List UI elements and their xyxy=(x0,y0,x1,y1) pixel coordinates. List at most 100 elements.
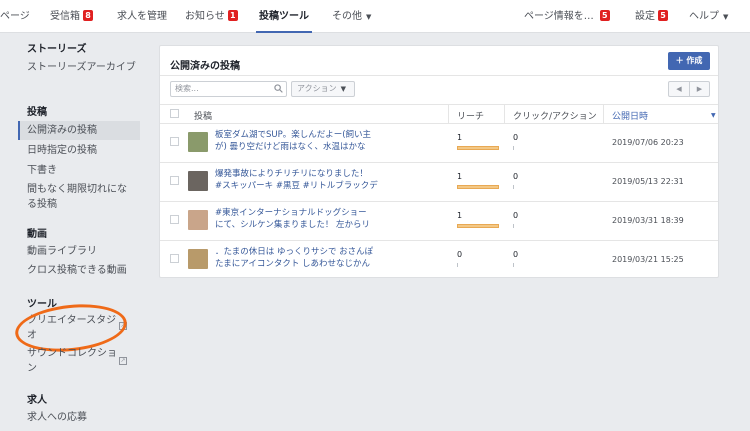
sidebar-heading-video: 動画 xyxy=(27,229,47,240)
external-link-icon: ↗ xyxy=(119,357,127,365)
select-all-checkbox[interactable] xyxy=(170,109,179,118)
post-text[interactable]: #東京インターナショナルドッグショー にて、シルケン集まりました！ 左からリ xyxy=(215,207,403,231)
settings-badge: 5 xyxy=(658,10,668,21)
divider xyxy=(160,104,718,105)
post-text-line: が) 曇り空だけど雨はなく、水温はかな xyxy=(215,142,366,152)
post-thumbnail[interactable] xyxy=(188,171,208,191)
tab-label: 求人を管理 xyxy=(117,11,167,22)
sidebar-item-label: サウンドコレクショ xyxy=(27,348,117,359)
action-label: アクション xyxy=(297,84,337,93)
tab-jobs[interactable]: 求人を管理 xyxy=(117,0,167,33)
row-divider xyxy=(160,162,718,163)
reach-bar xyxy=(457,224,499,228)
top-nav: ページ 受信箱 8 求人を管理 お知らせ 1 投稿ツール その他 ▼ ページ情報を… 5… xyxy=(0,0,750,33)
chevron-down-icon: ▼ xyxy=(340,85,346,93)
row-checkbox[interactable] xyxy=(170,137,179,146)
publish-date: 2019/03/21 15:25 xyxy=(612,255,684,264)
tab-label: 受信箱 xyxy=(50,11,80,22)
post-thumbnail[interactable] xyxy=(188,249,208,269)
divider xyxy=(160,123,718,124)
reach-value: 1 xyxy=(457,133,463,142)
reach-bar xyxy=(457,146,499,150)
sidebar-item-expiring[interactable]: 間もなく期限切れにな る投稿 xyxy=(27,182,127,212)
tab-inbox[interactable]: 受信箱 8 xyxy=(50,0,93,33)
sidebar-item-scheduled[interactable]: 日時指定の投稿 xyxy=(27,143,97,158)
post-thumbnail[interactable] xyxy=(188,132,208,152)
clicks-bar xyxy=(513,263,514,267)
clicks-bar xyxy=(513,224,514,228)
reach-value: 1 xyxy=(457,211,463,220)
post-text[interactable]: 板室ダム湖でSUP。楽しんだよー(飼い主 が) 曇り空だけど雨はなく、水温はかな xyxy=(215,129,403,153)
row-checkbox[interactable] xyxy=(170,215,179,224)
publish-date: 2019/05/13 22:31 xyxy=(612,177,684,186)
tab-publishing-tools[interactable]: 投稿ツール xyxy=(256,0,312,33)
plus-icon: ＋ xyxy=(675,56,687,65)
row-divider xyxy=(160,240,718,241)
divider xyxy=(160,75,718,76)
row-checkbox[interactable] xyxy=(170,254,179,263)
tab-notifications[interactable]: お知らせ 1 xyxy=(185,0,238,33)
sidebar-item-stories-archive[interactable]: ストーリーズアーカイブ xyxy=(27,60,136,75)
post-text-line: ．たまの休日は ゆっくりサシで おさんぽ xyxy=(215,247,374,257)
sidebar-item-published[interactable]: 公開済みの投稿 xyxy=(27,123,97,138)
tab-label: ヘルプ xyxy=(689,11,719,22)
inbox-badge: 8 xyxy=(83,10,93,21)
chevron-down-icon: ▼ xyxy=(723,13,729,21)
sidebar-item-job-applications[interactable]: 求人への応募 xyxy=(27,410,87,425)
tab-label: その他 xyxy=(332,11,362,22)
sidebar-heading-posts: 投稿 xyxy=(27,107,47,118)
column-header-post: 投稿 xyxy=(194,112,213,122)
clicks-value: 0 xyxy=(513,133,519,142)
tab-settings[interactable]: 設定 5 xyxy=(635,0,668,33)
column-separator xyxy=(448,104,449,123)
column-header-date[interactable]: 公開日時 xyxy=(612,109,648,122)
column-separator xyxy=(504,104,505,123)
published-posts-panel: 公開済みの投稿 ＋ 作成 検索... アクション ▼ ◀ ▶ 投稿 リーチ クリッ… xyxy=(159,45,719,278)
publish-date: 2019/03/31 18:39 xyxy=(612,216,684,225)
column-header-clicks[interactable]: クリック/アクション xyxy=(513,109,597,122)
column-header-reach[interactable]: リーチ xyxy=(457,109,484,122)
create-label: 作成 xyxy=(686,56,703,65)
search-input[interactable]: 検索... xyxy=(170,81,287,97)
sidebar-item-crosspost-videos[interactable]: クロス投稿できる動画 xyxy=(27,263,127,278)
post-text-line: 板室ダム湖でSUP。楽しんだよー(飼い主 xyxy=(215,130,372,140)
reach-value: 1 xyxy=(457,172,463,181)
tab-more[interactable]: その他 ▼ xyxy=(332,0,371,33)
page-info-badge: 5 xyxy=(599,10,610,21)
create-button[interactable]: ＋ 作成 xyxy=(668,52,710,70)
sort-desc-icon[interactable]: ▼ xyxy=(711,112,716,119)
pagination: ◀ ▶ xyxy=(668,81,710,97)
tab-page-info[interactable]: ページ情報を… 5 xyxy=(524,0,610,33)
sidebar-item-drafts[interactable]: 下書き xyxy=(27,163,57,178)
post-text[interactable]: 爆発事故によりチリチリになりました！ #スキッパーキ #黒豆 #リトルブラックデ xyxy=(215,168,403,192)
post-text[interactable]: ．たまの休日は ゆっくりサシで おさんぽ たまにアイコンタクト しあわせなじかん xyxy=(215,246,403,270)
row-checkbox[interactable] xyxy=(170,176,179,185)
reach-bar xyxy=(457,263,458,267)
sidebar-item-label: ン xyxy=(27,363,37,374)
reach-value: 0 xyxy=(457,250,463,259)
post-text-line: #東京インターナショナルドッグショー xyxy=(215,208,367,218)
sidebar-heading-jobs: 求人 xyxy=(27,395,47,406)
publish-date: 2019/07/06 20:23 xyxy=(612,138,684,147)
reach-bar xyxy=(457,185,499,189)
clicks-value: 0 xyxy=(513,172,519,181)
search-placeholder: 検索... xyxy=(175,84,199,93)
clicks-bar xyxy=(513,146,514,150)
clicks-value: 0 xyxy=(513,250,519,259)
tab-help[interactable]: ヘルプ ▼ xyxy=(689,0,728,33)
action-dropdown[interactable]: アクション ▼ xyxy=(291,81,355,97)
post-text-line: たまにアイコンタクト しあわせなじかん xyxy=(215,259,371,269)
next-page-icon[interactable]: ▶ xyxy=(689,82,709,96)
prev-page-icon[interactable]: ◀ xyxy=(669,82,689,96)
row-divider xyxy=(160,201,718,202)
sidebar-heading-stories: ストーリーズ xyxy=(27,44,87,55)
post-thumbnail[interactable] xyxy=(188,210,208,230)
post-text-line: にて、シルケン集まりました！ 左からリ xyxy=(215,220,371,230)
column-separator xyxy=(603,104,604,123)
sidebar-item-video-library[interactable]: 動画ライブラリ xyxy=(27,244,97,259)
tab-page[interactable]: ページ xyxy=(0,0,30,33)
tab-label: ページ情報を… xyxy=(524,11,594,22)
clicks-bar xyxy=(513,185,514,189)
notifications-badge: 1 xyxy=(227,10,238,21)
sidebar-item-sound-collection[interactable]: サウンドコレクショ ン xyxy=(27,346,117,376)
